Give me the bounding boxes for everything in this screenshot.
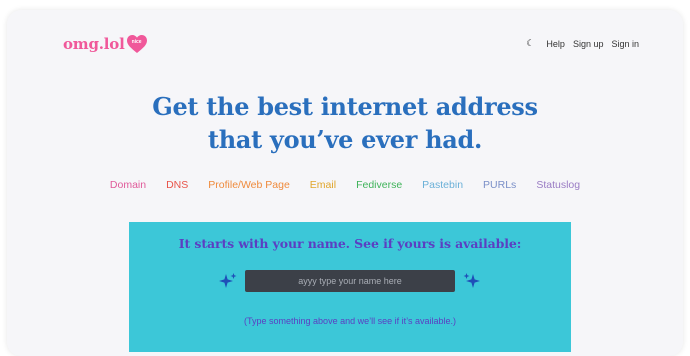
site-logo[interactable]: omg.lol nice xyxy=(63,34,148,54)
hero-headline: Get the best internet address that you’v… xyxy=(7,90,683,156)
sparkles-icon xyxy=(219,273,237,288)
sparkles-icon xyxy=(463,273,480,288)
service-dns[interactable]: DNS xyxy=(166,179,188,191)
nav-signin-link[interactable]: Sign in xyxy=(611,39,639,49)
service-email[interactable]: Email xyxy=(310,179,336,191)
page-frame: omg.lol nice ☾ Help Sign up Sign in Get … xyxy=(7,10,683,356)
service-pastebin[interactable]: Pastebin xyxy=(422,179,463,191)
service-profile[interactable]: Profile/Web Page xyxy=(208,179,290,191)
top-nav: ☾ Help Sign up Sign in xyxy=(526,38,639,49)
availability-panel: It starts with your name. See if yours i… xyxy=(129,222,571,352)
logo-text: omg.lol xyxy=(63,35,125,53)
service-domain[interactable]: Domain xyxy=(110,179,146,191)
availability-title: It starts with your name. See if yours i… xyxy=(178,236,522,251)
hero-line-1: Get the best internet address xyxy=(152,92,538,121)
moon-icon[interactable]: ☾ xyxy=(526,38,534,49)
nav-help-link[interactable]: Help xyxy=(546,39,565,49)
nav-signup-link[interactable]: Sign up xyxy=(573,39,604,49)
logo-badge-text: nice xyxy=(131,39,142,45)
heart-icon: nice xyxy=(126,34,148,54)
services-list: Domain DNS Profile/Web Page Email Fedive… xyxy=(7,179,683,191)
availability-hint: (Type something above and we’ll see if i… xyxy=(244,316,456,326)
name-search-row xyxy=(129,270,571,292)
name-search-input[interactable] xyxy=(245,270,455,292)
service-fediverse[interactable]: Fediverse xyxy=(356,179,402,191)
service-purls[interactable]: PURLs xyxy=(483,179,516,191)
hero-line-2: that you’ve ever had. xyxy=(207,125,483,154)
service-statuslog[interactable]: Statuslog xyxy=(536,179,580,191)
